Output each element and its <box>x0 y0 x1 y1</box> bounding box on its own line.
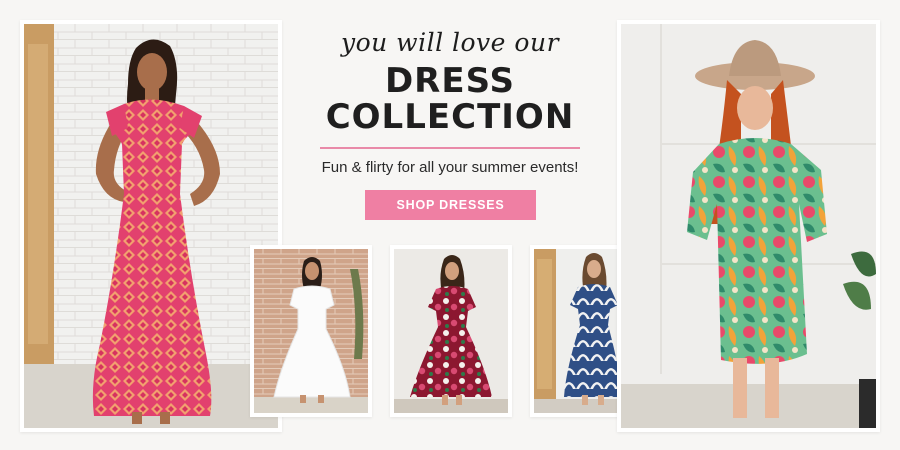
thumbnail-floral-dress[interactable] <box>390 245 512 417</box>
thumbnail-white-dress[interactable] <box>250 245 372 417</box>
tropical-shirt-dress-image <box>621 24 876 428</box>
white-dress-image <box>254 249 368 413</box>
title-line-collection: COLLECTION <box>325 97 575 137</box>
pink-divider <box>320 147 580 149</box>
dress-collection-banner[interactable]: you will love our DRESS COLLECTION Fun &… <box>0 0 900 450</box>
pink-maxi-dress-image <box>24 24 278 428</box>
headline-block: you will love our DRESS COLLECTION Fun &… <box>300 28 600 176</box>
photo-tropical-shirt-dress[interactable] <box>617 20 880 432</box>
shop-dresses-button[interactable]: SHOP DRESSES <box>365 190 536 220</box>
floral-dress-image <box>394 249 508 413</box>
photo-pink-maxi-dress[interactable] <box>20 20 282 432</box>
title-line-dress: DRESS <box>384 61 516 101</box>
subtitle-text: Fun & flirty for all your summer events! <box>321 159 579 176</box>
script-tagline: you will love our <box>340 28 560 57</box>
